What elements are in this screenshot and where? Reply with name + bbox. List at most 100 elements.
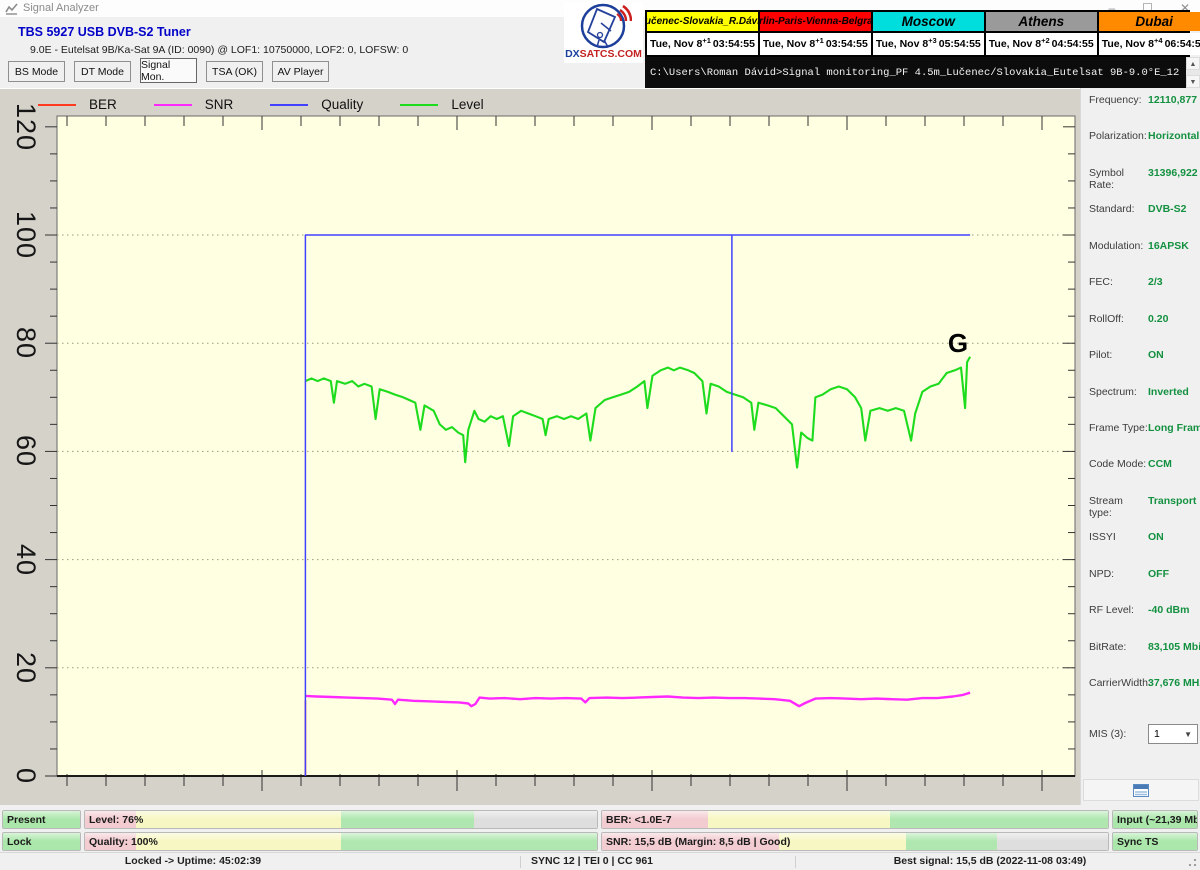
parameter-row: Frequency:12110,877 MHz (1089, 94, 1199, 130)
parameter-row: Frame Type:Long Frame (1089, 422, 1199, 458)
signal-analyzer-window: Signal Analyzer – ☐ ✕ TBS 5927 USB DVB-S… (0, 0, 1200, 870)
y-axis-label: 0 (0, 747, 55, 805)
clock-city: Berlin-Paris-Vienna-Belgrade (760, 12, 871, 31)
clock-time: Tue, Nov 8+103:54:55 (647, 33, 758, 55)
status-divider (520, 856, 521, 868)
level-bar-label: Level: 76% (89, 814, 143, 826)
bar-segment (890, 811, 1108, 828)
scroll-up-icon[interactable]: ▲ (1186, 57, 1200, 70)
bar-segment (341, 833, 597, 850)
sync-status: SYNC 12 | TEI 0 | CC 961 (531, 855, 653, 867)
clock-time: Tue, Nov 8+103:54:55 (760, 33, 871, 55)
snr-bar-label: SNR: 15,5 dB (Margin: 8,5 dB | Good) (606, 836, 790, 848)
mode-tabs: BS Mode DT Mode Signal Mon. TSA (OK) AV Play… (8, 61, 329, 83)
chart-annotation: G (948, 328, 968, 358)
tab-signal-mon-[interactable]: Signal Mon. (140, 58, 197, 83)
status-divider (795, 856, 796, 868)
utc-offset: +1 (702, 36, 711, 45)
chart-panel: BERSNRQualityLevel G 020406080100120 (0, 88, 1080, 805)
clock-city: Athens (986, 12, 1097, 31)
utc-offset: +1 (815, 36, 824, 45)
bar-segment (906, 833, 997, 850)
window-title: Signal Analyzer (23, 2, 99, 14)
lock-bar: Lock (2, 832, 81, 851)
sync-bar: Sync TS (1112, 832, 1198, 851)
uptime-status: Locked -> Uptime: 45:02:39 (125, 855, 261, 867)
parameter-row: RollOff:0.20 (1089, 313, 1199, 349)
console-output[interactable]: C:\Users\Roman Dávid>Signal monitoring_P… (645, 57, 1186, 88)
y-axis-label: 40 (0, 531, 55, 589)
clock-time: Tue, Nov 8+406:54:55 (1099, 33, 1200, 55)
tab-bs-mode[interactable]: BS Mode (8, 61, 65, 82)
utc-offset: +4 (1154, 36, 1163, 45)
utc-offset: +2 (1041, 36, 1050, 45)
bar-segment (779, 833, 906, 850)
tuning-info: 9.0E - Eutelsat 9B/Ka-Sat 9A (ID: 0090) … (30, 44, 408, 56)
parameter-list: Frequency:12110,877 MHzPolarization:Hori… (1089, 94, 1199, 713)
mis-value: 1 (1154, 728, 1160, 740)
present-bar: Present (2, 810, 81, 829)
parameter-row: BitRate:83,105 Mbit/s (1089, 641, 1199, 677)
bar-segment (474, 811, 597, 828)
parameter-row: Modulation:16APSK (1089, 240, 1199, 276)
parameter-row: FEC:2/3 (1089, 276, 1199, 312)
present-bar-label: Present (7, 814, 46, 826)
level-bar: Level: 76% (84, 810, 598, 829)
tab-tsa-ok-[interactable]: TSA (OK) (206, 61, 263, 82)
input-bar: Input (~21,39 Mbps) (1112, 810, 1198, 829)
parameter-row: Stream type:Transport (1089, 495, 1199, 531)
status-bar: Locked -> Uptime: 45:02:39 SYNC 12 | TEI… (0, 852, 1200, 870)
parameter-row: RF Level:-40 dBm (1089, 604, 1199, 640)
input-bar-label: Input (~21,39 Mbps) (1117, 814, 1198, 826)
utc-offset: +3 (928, 36, 937, 45)
bar-segment (708, 811, 890, 828)
parameter-row: Symbol Rate:31396,922 KS/s (1089, 167, 1199, 203)
bar-segment (341, 811, 474, 828)
bar-segment (136, 833, 341, 850)
y-axis-label: 60 (0, 422, 55, 480)
mis-label: MIS (3): (1089, 728, 1136, 740)
y-axis-label: 100 (0, 206, 55, 264)
parameter-row: Standard:DVB-S2 (1089, 203, 1199, 239)
sync-bar-label: Sync TS (1117, 836, 1158, 848)
clock-city: Dubai (1099, 12, 1200, 31)
legend-line-snr (154, 104, 192, 106)
scroll-down-icon[interactable]: ▼ (1186, 75, 1200, 88)
parameter-row: Code Mode:CCM (1089, 458, 1199, 494)
quality-bar: Quality: 100% (84, 832, 598, 851)
logo-text: DXSATCS.COM (565, 49, 642, 60)
mis-select[interactable]: 1 ▼ (1148, 724, 1198, 744)
parameter-row: Spectrum:Inverted (1089, 386, 1199, 422)
tab-av-player[interactable]: AV Player (272, 61, 329, 82)
list-window-icon (1133, 784, 1149, 797)
ber-bar-label: BER: <1.0E-7 (606, 814, 672, 826)
y-axis-label: 80 (0, 314, 55, 372)
resize-grip-icon[interactable] (1188, 858, 1197, 867)
clock-time: Tue, Nov 8+204:54:55 (986, 33, 1097, 55)
bar-segment (136, 811, 341, 828)
parameter-row: ISSYION (1089, 531, 1199, 567)
y-axis-label: 120 (0, 98, 55, 156)
stream-list-button[interactable] (1083, 779, 1199, 801)
device-title: TBS 5927 USB DVB-S2 Tuner (18, 25, 191, 39)
satellite-dish-icon (576, 2, 632, 49)
snr-bar: SNR: 15,5 dB (Margin: 8,5 dB | Good) (601, 832, 1109, 851)
clock-city: Lučenec-Slovakia_R.Dávid (647, 12, 758, 31)
console-scrollbar[interactable]: ▲ ▼ (1186, 57, 1200, 88)
legend-line-level (400, 104, 438, 106)
mis-row: MIS (3): 1 ▼ (1089, 724, 1198, 744)
ber-bar: BER: <1.0E-7 (601, 810, 1109, 829)
parameter-row: Polarization:Horizontal (1089, 130, 1199, 166)
world-clocks: Lučenec-Slovakia_R.DávidBerlin-Paris-Vie… (645, 10, 1190, 57)
parameter-row: Pilot:ON (1089, 349, 1199, 385)
quality-bar-label: Quality: 100% (89, 836, 158, 848)
y-axis-label: 20 (0, 639, 55, 697)
tab-dt-mode[interactable]: DT Mode (74, 61, 131, 82)
best-signal-status: Best signal: 15,5 dB (2022-11-08 03:49) (894, 855, 1087, 867)
lock-bar-label: Lock (7, 836, 32, 848)
app-icon (5, 2, 18, 15)
chevron-down-icon: ▼ (1184, 730, 1192, 739)
clock-city: Moscow (873, 12, 984, 31)
status-indicators: Present Level: 76% BER: <1.0E-7 Input (~21,… (0, 805, 1200, 852)
bar-segment (997, 833, 1108, 850)
